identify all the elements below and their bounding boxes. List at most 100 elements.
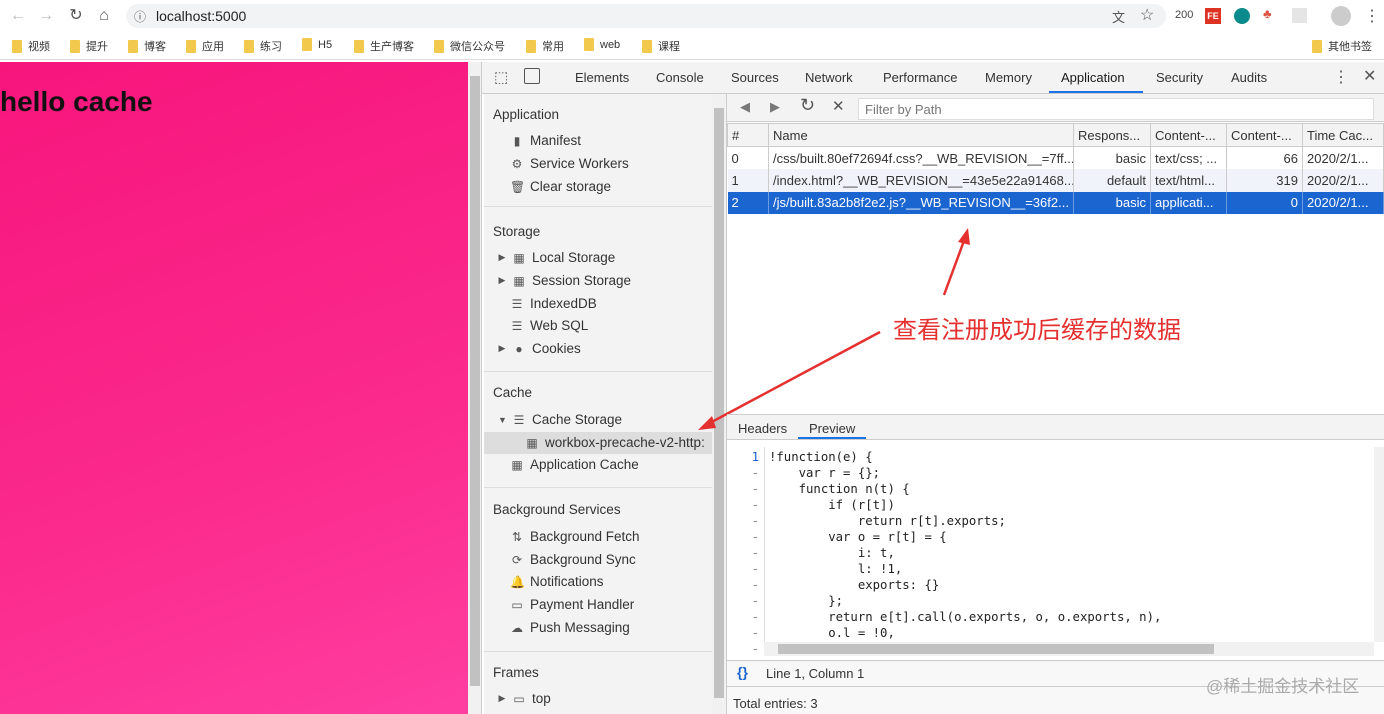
column-header[interactable]: Time Cac... [1302, 123, 1384, 147]
sidebar-item-manifest[interactable]: ▮ Manifest [510, 133, 581, 148]
extension-circle-icon[interactable] [1234, 8, 1250, 24]
tab-headers[interactable]: Headers [738, 421, 787, 436]
tab-application[interactable]: Application [1061, 70, 1125, 85]
info-icon[interactable]: ⓘ [134, 8, 146, 25]
other-bookmarks[interactable]: 其他书签 [1312, 38, 1372, 54]
column-header[interactable]: # [727, 123, 769, 147]
bookmark[interactable]: 提升 [70, 38, 108, 54]
address-bar[interactable] [126, 4, 1166, 28]
translate-icon[interactable]: 文 [1112, 7, 1125, 26]
tab-security[interactable]: Security [1156, 70, 1203, 85]
table-row[interactable]: 1/index.html?__WB_REVISION__=43e5e22a914… [727, 169, 1384, 192]
sidebar-item-application-cache[interactable]: ▦ Application Cache [510, 457, 639, 472]
bookmark[interactable]: 视频 [12, 38, 50, 54]
section-application: Application [493, 107, 560, 122]
sidebar-scrollbar[interactable] [712, 94, 726, 714]
bookmark[interactable]: 练习 [244, 38, 282, 54]
sidebar-item-background-fetch[interactable]: ⇅ Background Fetch [510, 529, 640, 544]
device-toggle-icon[interactable] [524, 68, 540, 84]
column-header[interactable]: Content-... [1226, 123, 1303, 147]
column-header[interactable]: Content-... [1150, 123, 1227, 147]
tab-network[interactable]: Network [805, 70, 853, 85]
sidebar-item-cookies[interactable]: ▶ ● Cookies [498, 341, 581, 356]
close-icon[interactable]: ✕ [1363, 66, 1376, 86]
sidebar-item-background-sync[interactable]: ⟳ Background Sync [510, 552, 636, 567]
delete-icon[interactable]: ✕ [832, 97, 845, 115]
expand-arrow-icon[interactable]: ▶ [498, 252, 506, 263]
back-icon[interactable]: ← [8, 6, 28, 26]
code-line: var o = r[t] = { [769, 530, 947, 544]
expand-arrow-icon[interactable]: ▶ [498, 693, 506, 704]
expand-arrow-icon[interactable]: ▶ [498, 275, 506, 286]
menu-icon[interactable]: ⋮ [1364, 6, 1380, 26]
section-background-services: Background Services [493, 502, 621, 517]
code-vertical-scrollbar[interactable] [1374, 447, 1384, 642]
code-line: l: !1, [769, 562, 903, 576]
code-line: exports: {} [769, 578, 940, 592]
filter-input[interactable]: Filter by Path [858, 98, 1374, 120]
bookmark[interactable]: H5 [302, 38, 332, 51]
bell-icon: 🔔 [510, 574, 525, 589]
bookmark[interactable]: 常用 [526, 38, 564, 54]
refresh-icon[interactable]: ↻ [800, 95, 815, 116]
sidebar-item-notifications[interactable]: 🔔 Notifications [510, 574, 604, 589]
gear-icon: ⚙ [511, 156, 523, 171]
tab-performance[interactable]: Performance [883, 70, 957, 85]
devtools-menu-icon[interactable]: ⋮ [1333, 67, 1349, 87]
code-horizontal-scrollbar[interactable] [764, 642, 1374, 656]
inspect-icon[interactable]: ⬚ [494, 68, 508, 86]
page-scrollbar[interactable] [468, 62, 482, 714]
extension-gray-icon[interactable] [1292, 8, 1307, 23]
sidebar-item-top-frame[interactable]: ▶ ▭ top [498, 691, 551, 706]
sidebar-item-payment-handler[interactable]: ▭ Payment Handler [510, 597, 634, 612]
line-number: - [751, 594, 759, 608]
previous-icon[interactable]: ◀ [740, 99, 750, 115]
sidebar-item-push-messaging[interactable]: ☁ Push Messaging [510, 620, 630, 635]
code-line: var r = {}; [769, 466, 881, 480]
next-icon[interactable]: ▶ [770, 99, 780, 115]
tab-preview[interactable]: Preview [809, 421, 855, 436]
sidebar-item-clear-storage[interactable]: 🗑 Clear storage [510, 179, 611, 194]
line-number: - [751, 530, 759, 544]
up-down-arrows-icon: ⇅ [511, 529, 523, 544]
line-number: - [751, 498, 759, 512]
sidebar-item-workbox-precache[interactable]: ▦ workbox-precache-v2-http: [525, 435, 705, 450]
sidebar-item-indexeddb[interactable]: ☰ IndexedDB [510, 296, 597, 311]
table-row-selected[interactable]: 2/js/built.83a2b8f2e2.js?__WB_REVISION__… [727, 191, 1384, 214]
reload-icon[interactable]: ↻ [66, 6, 86, 26]
tab-console[interactable]: Console [656, 70, 704, 85]
database-icon: ☰ [513, 412, 525, 427]
star-icon[interactable]: ☆ [1140, 5, 1154, 25]
column-header[interactable]: Respons... [1073, 123, 1151, 147]
sidebar-item-session-storage[interactable]: ▶ ▦ Session Storage [498, 273, 632, 288]
url-text[interactable]: localhost:5000 [156, 8, 246, 24]
collapse-arrow-icon[interactable]: ▼ [498, 415, 507, 425]
fe-extension-icon[interactable]: FE [1205, 8, 1221, 24]
sidebar-item-local-storage[interactable]: ▶ ▦ Local Storage [498, 250, 616, 265]
forward-icon[interactable]: → [36, 6, 56, 26]
tab-memory[interactable]: Memory [985, 70, 1032, 85]
extension-network-icon[interactable]: ♣ [1263, 6, 1272, 21]
card-icon: ▭ [511, 597, 523, 612]
tab-audits[interactable]: Audits [1231, 70, 1267, 85]
bookmark[interactable]: 博客 [128, 38, 166, 54]
sidebar-item-web-sql[interactable]: ☰ Web SQL [510, 318, 589, 333]
pretty-print-icon[interactable]: {} [737, 664, 748, 680]
bookmark[interactable]: web [584, 38, 620, 51]
sidebar-item-cache-storage[interactable]: ▼ ☰ Cache Storage [498, 412, 622, 427]
tab-sources[interactable]: Sources [731, 70, 779, 85]
cell-name: /js/built.83a2b8f2e2.js?__WB_REVISION__=… [768, 191, 1074, 214]
bookmark[interactable]: 生产博客 [354, 38, 414, 54]
avatar[interactable] [1331, 6, 1351, 26]
tab-elements[interactable]: Elements [575, 70, 629, 85]
home-icon[interactable]: ⌂ [94, 6, 114, 26]
bookmark[interactable]: 应用 [186, 38, 224, 54]
bookmark[interactable]: 课程 [642, 38, 680, 54]
column-header[interactable]: Name [768, 123, 1074, 147]
table-row[interactable]: 0/css/built.80ef72694f.css?__WB_REVISION… [727, 146, 1384, 169]
total-entries: Total entries: 3 [733, 696, 818, 711]
extension-badge[interactable]: 200 [1175, 9, 1193, 21]
bookmark[interactable]: 微信公众号 [434, 38, 505, 54]
sidebar-item-service-workers[interactable]: ⚙ Service Workers [510, 156, 629, 171]
expand-arrow-icon[interactable]: ▶ [498, 343, 506, 354]
